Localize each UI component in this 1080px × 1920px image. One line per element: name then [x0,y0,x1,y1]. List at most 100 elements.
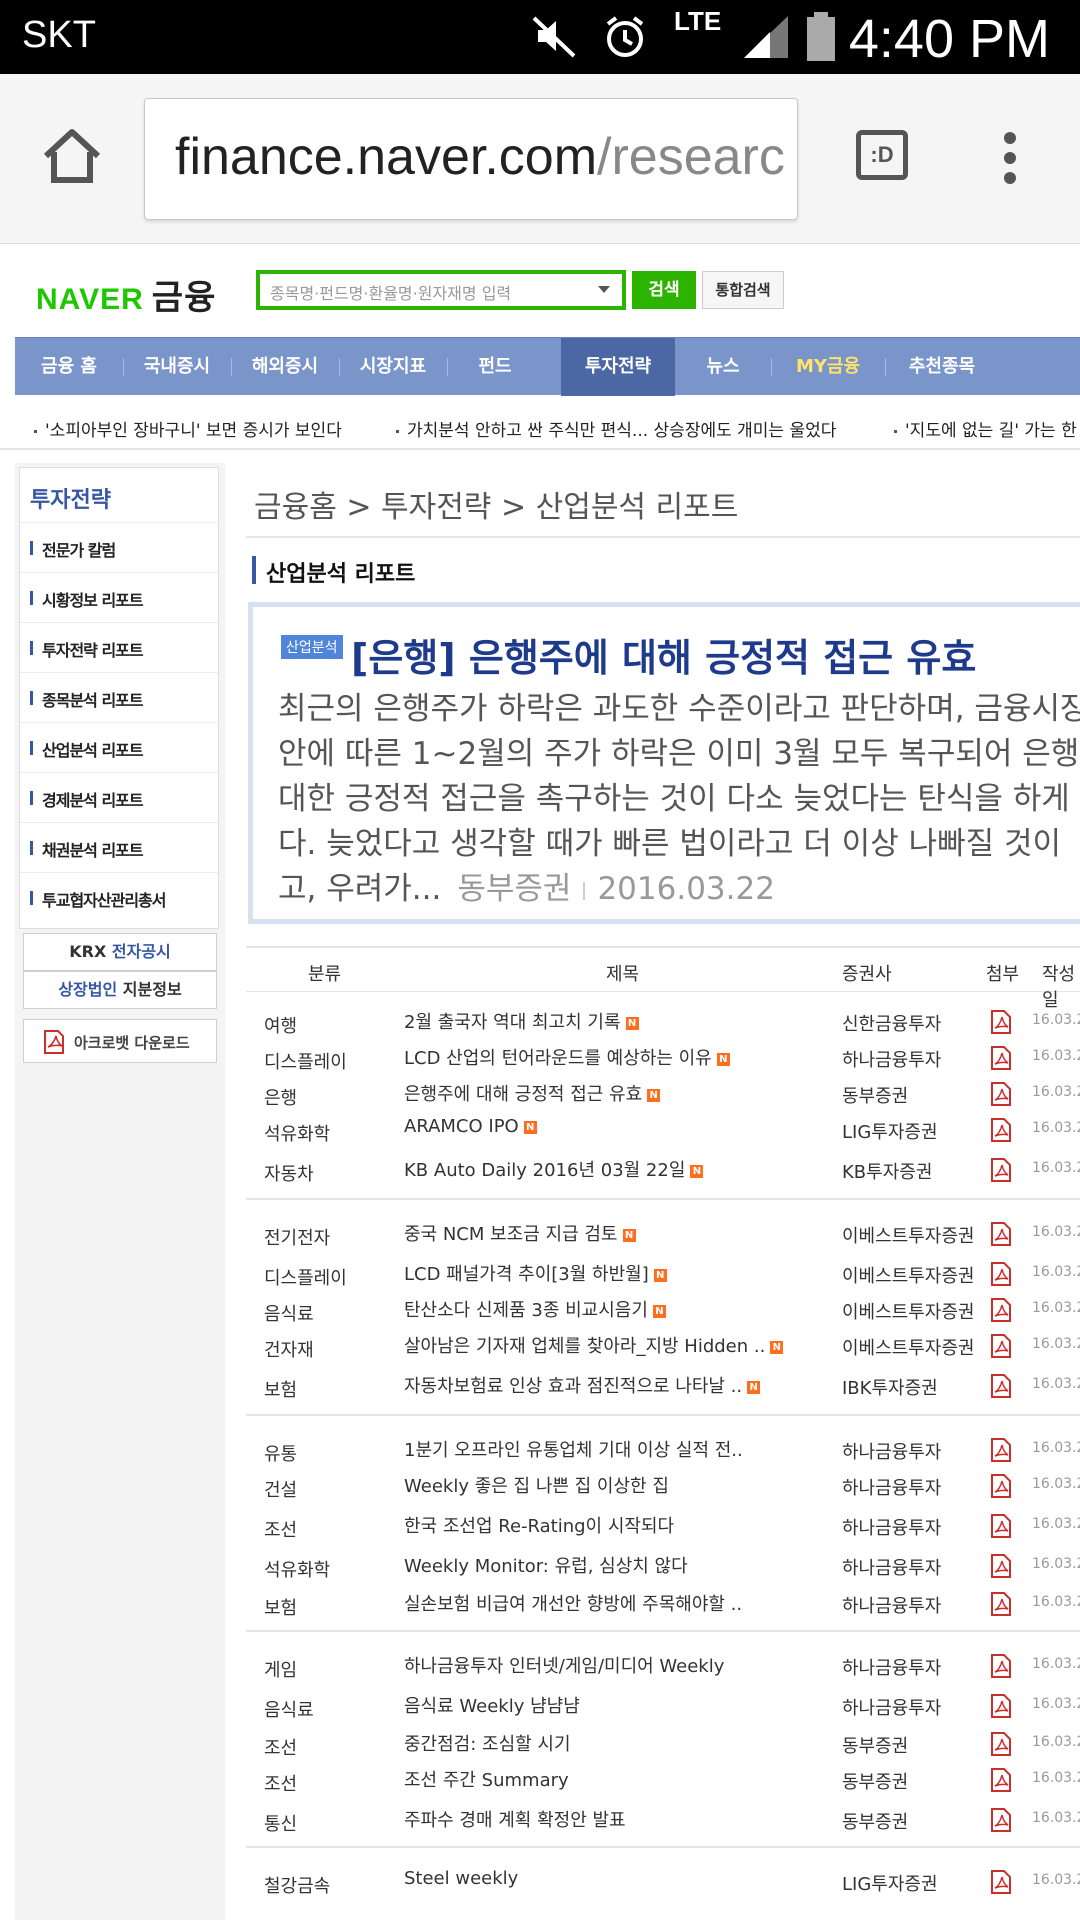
nav-world-stock[interactable]: 해외증시 [231,338,339,396]
row-broker[interactable]: 동부증권 [842,1732,908,1758]
pdf-icon[interactable] [990,1046,1012,1070]
nav-market-index[interactable]: 시장지표 [339,338,447,396]
nav-investment-strategy[interactable]: 투자전략 [561,338,675,396]
ticker-headline[interactable]: '소피아부인 장바구니' 보면 증시가 보인다 [34,416,342,441]
row-category[interactable]: 조선 [264,1734,297,1760]
row-title-link[interactable]: 주파수 경매 계획 확정안 발표 [404,1806,626,1832]
row-title-link[interactable]: ARAMCO IPO N [404,1116,537,1137]
pdf-icon[interactable] [990,1374,1012,1398]
row-category[interactable]: 자동차 [264,1160,314,1186]
acrobat-download-button[interactable]: 아크로뱃 다운로드 [23,1019,217,1063]
home-icon[interactable] [40,124,104,188]
pdf-icon[interactable] [990,1158,1012,1182]
row-category[interactable]: 전기전자 [264,1224,330,1250]
row-category[interactable]: 디스플레이 [264,1048,347,1074]
row-broker[interactable]: 하나금융투자 [842,1474,941,1500]
row-category[interactable]: 여행 [264,1012,297,1038]
address-bar[interactable]: finance.naver.com/researc [144,98,798,220]
row-title-link[interactable]: 실손보험 비급여 개선안 향방에 주목해야할 .. [404,1590,742,1616]
row-title-link[interactable]: 은행주에 대해 긍정적 접근 유효 N [404,1080,661,1106]
pdf-icon[interactable] [990,1222,1012,1246]
row-broker[interactable]: 이베스트투자증권 [842,1222,974,1248]
row-category[interactable]: 통신 [264,1810,297,1836]
row-title-link[interactable]: 하나금융투자 인터넷/게임/미디어 Weekly [404,1652,724,1678]
row-broker[interactable]: 이베스트투자증권 [842,1334,974,1360]
row-broker[interactable]: 하나금융투자 [842,1592,941,1618]
pdf-icon[interactable] [990,1870,1012,1894]
nav-my-finance[interactable]: MY금융 [771,338,885,396]
sidebar-item-economy-report[interactable]: 경제분석 리포트 [20,772,218,822]
sidebar-item-industry-report[interactable]: 산업분석 리포트 [20,722,218,772]
row-category[interactable]: 건설 [264,1476,297,1502]
row-category[interactable]: 음식료 [264,1300,314,1326]
pdf-icon[interactable] [990,1334,1012,1358]
row-title-link[interactable]: LCD 패널가격 추이[3월 하반월] N [404,1260,667,1286]
tab-switcher-button[interactable]: :D [856,130,908,180]
total-search-button[interactable]: 통합검색 [702,271,784,309]
pdf-icon[interactable] [990,1082,1012,1106]
row-category[interactable]: 보험 [264,1376,297,1402]
row-broker[interactable]: 하나금융투자 [842,1046,941,1072]
pdf-icon[interactable] [990,1654,1012,1678]
pdf-icon[interactable] [990,1438,1012,1462]
pdf-icon[interactable] [990,1262,1012,1286]
pdf-icon[interactable] [990,1474,1012,1498]
row-category[interactable]: 보험 [264,1594,297,1620]
pdf-icon[interactable] [990,1554,1012,1578]
row-title-link[interactable]: Steel weekly [404,1868,518,1889]
sidebar-item-strategy-report[interactable]: 투자전략 리포트 [20,622,218,672]
sidebar-item-asset-books[interactable]: 투교협자산관리총서 [20,872,218,922]
row-broker[interactable]: 하나금융투자 [842,1654,941,1680]
row-broker[interactable]: 하나금융투자 [842,1438,941,1464]
nav-recommended[interactable]: 추천종목 [885,338,999,396]
chevron-down-icon[interactable] [598,286,610,293]
row-category[interactable]: 유통 [264,1440,297,1466]
pdf-icon[interactable] [990,1808,1012,1832]
row-title-link[interactable]: 1분기 오프라인 유통업체 기대 이상 실적 전.. [404,1436,743,1462]
row-category[interactable]: 석유화학 [264,1556,330,1582]
row-broker[interactable]: 동부증권 [842,1768,908,1794]
row-broker[interactable]: LIG투자증권 [842,1118,938,1144]
nav-news[interactable]: 뉴스 [675,338,771,396]
pdf-icon[interactable] [990,1118,1012,1142]
row-category[interactable]: 은행 [264,1084,297,1110]
row-broker[interactable]: 동부증권 [842,1082,908,1108]
listed-share-link[interactable]: 상장법인 지분정보 [23,971,217,1009]
row-title-link[interactable]: 살아남은 기자재 업체를 찾아라_지방 Hidden .. N [404,1332,784,1358]
row-broker[interactable]: 이베스트투자증권 [842,1262,974,1288]
row-broker[interactable]: 하나금융투자 [842,1694,941,1720]
row-category[interactable]: 조선 [264,1770,297,1796]
pdf-icon[interactable] [990,1298,1012,1322]
row-category[interactable]: 철강금속 [264,1872,330,1898]
row-broker[interactable]: 이베스트투자증권 [842,1298,974,1324]
pdf-icon[interactable] [990,1694,1012,1718]
featured-title[interactable]: [은행] 은행주에 대해 긍정적 접근 유효 [351,627,976,682]
pdf-icon[interactable] [990,1010,1012,1034]
pdf-icon[interactable] [990,1514,1012,1538]
sidebar-item-expert-column[interactable]: 전문가 칼럼 [20,522,218,572]
row-broker[interactable]: 동부증권 [842,1808,908,1834]
row-broker[interactable]: LIG투자증권 [842,1870,938,1896]
krx-disclosure-link[interactable]: KRX 전자공시 [23,933,217,971]
row-title-link[interactable]: 중국 NCM 보조금 지급 검토 N [404,1220,636,1246]
row-title-link[interactable]: 조선 주간 Summary [404,1766,569,1792]
row-category[interactable]: 건자재 [264,1336,314,1362]
row-broker[interactable]: 하나금융투자 [842,1554,941,1580]
search-button[interactable]: 검색 [632,271,696,309]
row-title-link[interactable]: Weekly Monitor: 유럽, 심상치 않다 [404,1552,688,1578]
row-broker[interactable]: 하나금융투자 [842,1514,941,1540]
sidebar-item-market-report[interactable]: 시황정보 리포트 [20,572,218,622]
overflow-menu-icon[interactable] [996,132,1024,186]
row-title-link[interactable]: 2월 출국자 역대 최고치 기록 N [404,1008,639,1034]
row-category[interactable]: 게임 [264,1656,297,1682]
row-category[interactable]: 조선 [264,1516,297,1542]
ticker-headline[interactable]: 가치분석 안하고 싼 주식만 편식... 상승장에도 개미는 울었다 [396,416,836,441]
row-broker[interactable]: KB투자증권 [842,1158,932,1184]
pdf-icon[interactable] [990,1732,1012,1756]
row-title-link[interactable]: 중간점검: 조심할 시기 [404,1730,571,1756]
row-broker[interactable]: 신한금융투자 [842,1010,941,1036]
row-title-link[interactable]: 탄산소다 신제품 3종 비교시음기 N [404,1296,666,1322]
row-title-link[interactable]: LCD 산업의 턴어라운드를 예상하는 이유 N [404,1044,730,1070]
nav-fund[interactable]: 펀드 [447,338,543,396]
naver-finance-logo[interactable]: NAVER 금융 [36,270,216,319]
